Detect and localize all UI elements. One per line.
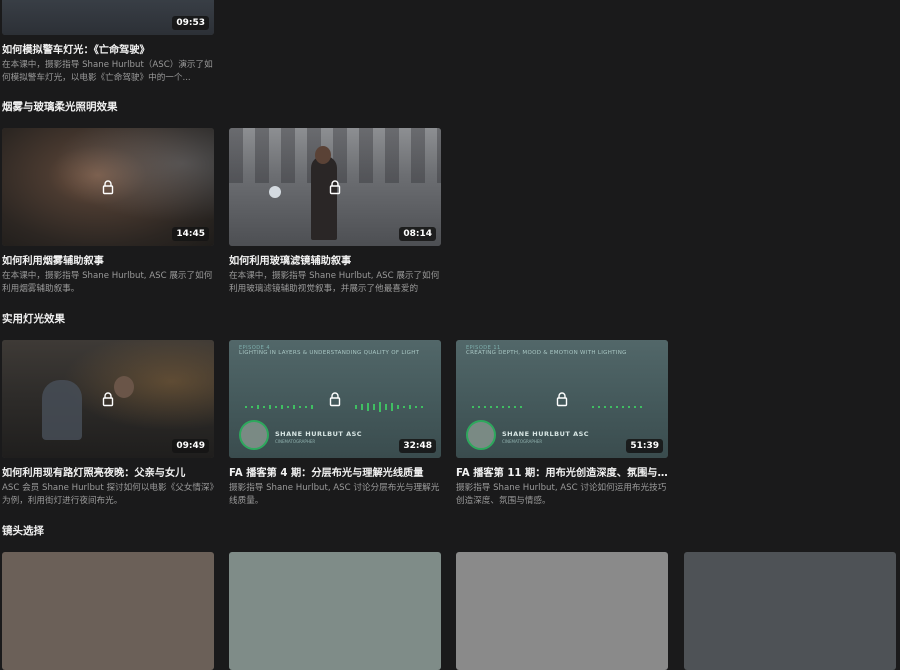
video-thumbnail[interactable]: 09:53 — [2, 0, 214, 35]
podcast-thumbnail[interactable]: EPISODE 11 CREATING DEPTH, MOOD & EMOTIO… — [456, 340, 668, 458]
video-thumbnail[interactable] — [2, 552, 214, 670]
video-description: 在本课中，摄影指导 Shane Hurlbut, ASC 展示了如何利用玻璃滤镜… — [229, 271, 440, 294]
lock-icon — [102, 180, 114, 195]
section-title: 镜头选择 — [2, 525, 44, 537]
video-thumbnail[interactable]: 08:14 — [229, 128, 441, 246]
section-title: 烟雾与玻璃柔光照明效果 — [2, 101, 118, 113]
lock-icon — [102, 392, 114, 407]
duration-badge: 32:48 — [399, 439, 436, 453]
video-description: ASC 会员 Shane Hurlbut 探讨如何以电影《父女情深》为例，利用街… — [2, 483, 214, 506]
video-thumbnail[interactable] — [229, 552, 441, 670]
video-thumbnail[interactable] — [684, 552, 896, 670]
video-title[interactable]: 如何利用玻璃滤镜辅助叙事 — [229, 252, 441, 267]
video-title[interactable]: FA 播客第 11 期：用布光创造深度、氛围与... — [456, 464, 668, 479]
video-card[interactable]: 08:14 如何利用玻璃滤镜辅助叙事 在本课中，摄影指导 Shane Hurlb… — [229, 128, 441, 295]
video-description: 摄影指导 Shane Hurlbut, ASC 讨论如何运用布光技巧创造深度、氛… — [456, 483, 667, 506]
video-card[interactable] — [229, 552, 441, 670]
video-card[interactable]: 09:49 如何利用现有路灯照亮夜晚：父亲与女儿 ASC 会员 Shane Hu… — [2, 340, 214, 507]
podcast-headline: LIGHTING IN LAYERS & UNDERSTANDING QUALI… — [239, 350, 420, 356]
video-title[interactable]: 如何利用现有路灯照亮夜晚：父亲与女儿 — [2, 464, 214, 479]
video-thumbnail[interactable] — [456, 552, 668, 670]
video-card[interactable] — [684, 552, 896, 670]
video-thumbnail[interactable]: 09:49 — [2, 340, 214, 458]
video-description: 在本课中，摄影指导 Shane Hurlbut, ASC 展示了如何利用烟雾辅助… — [2, 271, 213, 294]
duration-badge: 51:39 — [626, 439, 663, 453]
video-card[interactable]: 14:45 如何利用烟雾辅助叙事 在本课中，摄影指导 Shane Hurlbut… — [2, 128, 214, 295]
podcast-host-name: SHANE HURLBUT ASC — [502, 430, 590, 438]
video-title[interactable]: 如何利用烟雾辅助叙事 — [2, 252, 214, 267]
lock-icon — [329, 392, 341, 407]
duration-badge: 08:14 — [399, 227, 436, 241]
video-card[interactable]: EPISODE 4 LIGHTING IN LAYERS & UNDERSTAN… — [229, 340, 441, 507]
video-card[interactable] — [2, 552, 214, 670]
video-description: 摄影指导 Shane Hurlbut, ASC 讨论分层布光与理解光线质量。 — [229, 483, 440, 506]
lock-icon — [556, 392, 568, 407]
video-title[interactable]: 如何模拟警车灯光：《亡命驾驶》 — [2, 41, 214, 56]
duration-badge: 09:49 — [172, 439, 209, 453]
section-title: 实用灯光效果 — [2, 313, 65, 325]
video-thumbnail[interactable]: 14:45 — [2, 128, 214, 246]
video-card[interactable] — [456, 552, 668, 670]
duration-badge: 09:53 — [172, 16, 209, 30]
podcast-host-title: CINEMATOGRAPHER — [502, 439, 543, 444]
video-card[interactable]: 09:53 如何模拟警车灯光：《亡命驾驶》 在本课中，摄影指导 Shane Hu… — [2, 0, 214, 84]
video-card[interactable]: EPISODE 11 CREATING DEPTH, MOOD & EMOTIO… — [456, 340, 668, 507]
video-title[interactable]: FA 播客第 4 期：分层布光与理解光线质量 — [229, 464, 441, 479]
host-avatar — [466, 420, 496, 450]
lock-icon — [329, 180, 341, 195]
video-description: 在本课中，摄影指导 Shane Hurlbut（ASC）演示了如何模拟警车灯光，… — [2, 60, 213, 83]
podcast-thumbnail[interactable]: EPISODE 4 LIGHTING IN LAYERS & UNDERSTAN… — [229, 340, 441, 458]
podcast-host-title: CINEMATOGRAPHER — [275, 439, 316, 444]
podcast-headline: CREATING DEPTH, MOOD & EMOTION WITH LIGH… — [466, 350, 627, 356]
host-avatar — [239, 420, 269, 450]
podcast-host-name: SHANE HURLBUT ASC — [275, 430, 363, 438]
duration-badge: 14:45 — [172, 227, 209, 241]
